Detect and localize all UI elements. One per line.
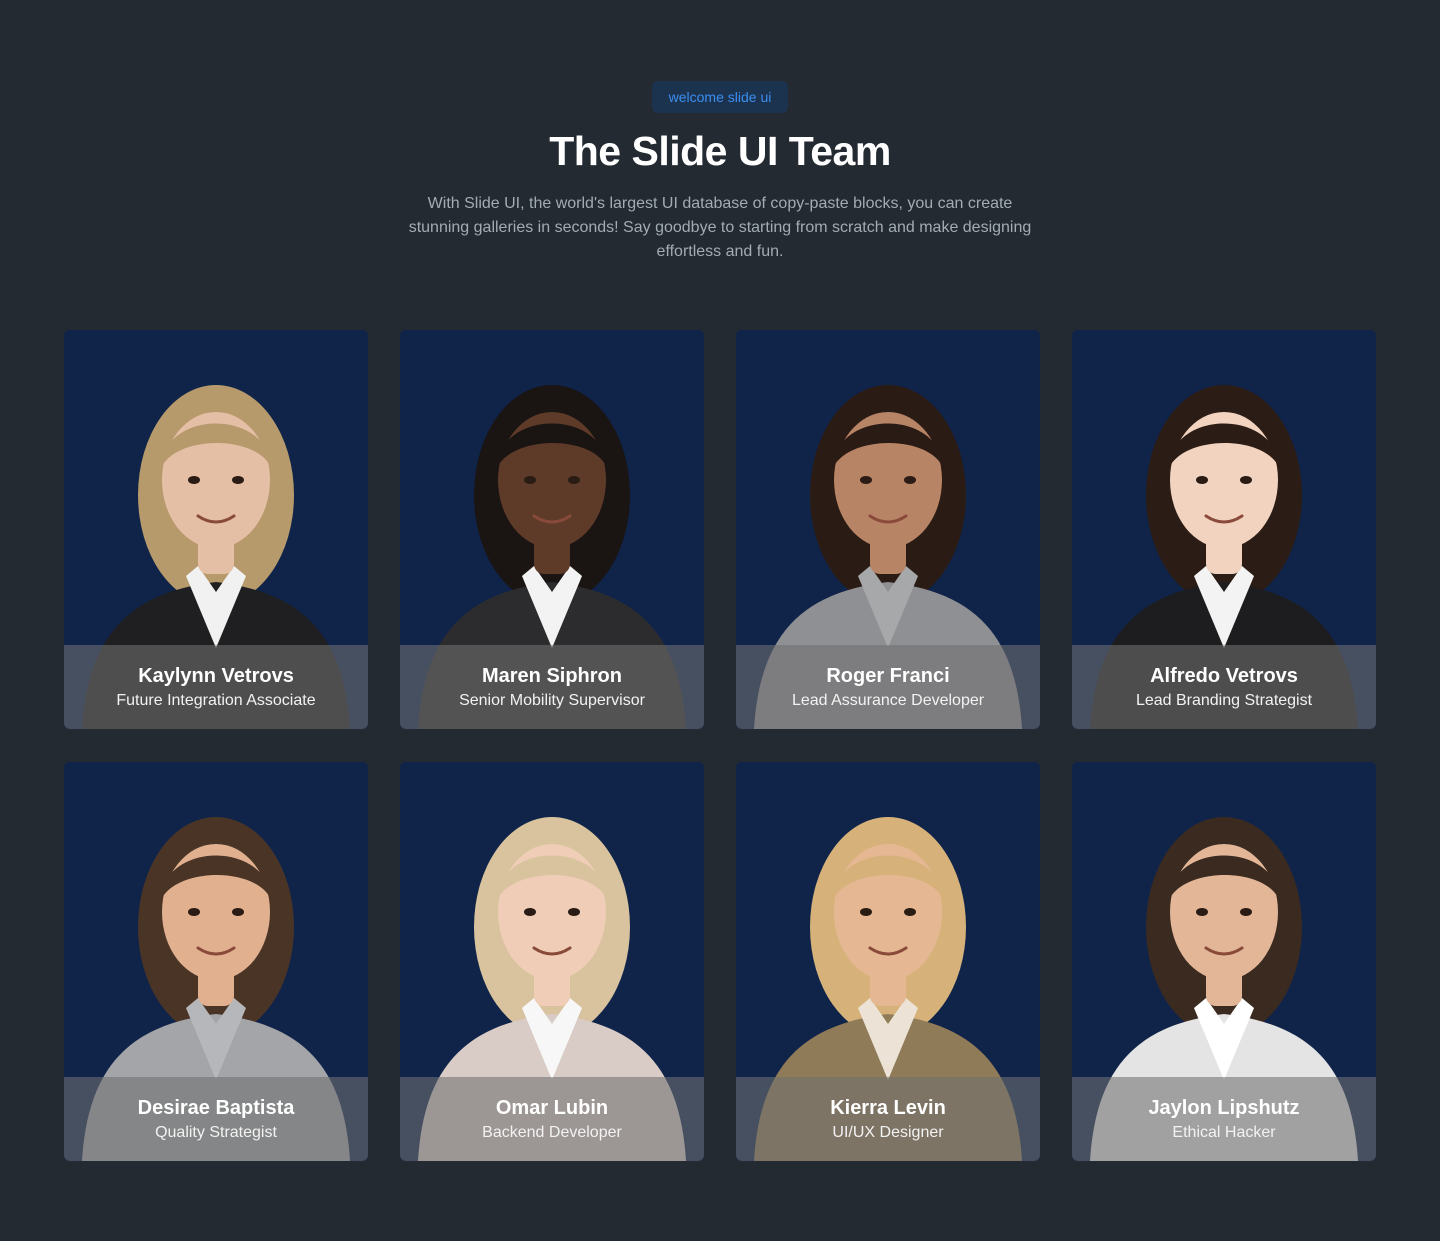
member-caption: Alfredo Vetrovs Lead Branding Strategist bbox=[1072, 645, 1376, 729]
member-caption: Jaylon Lipshutz Ethical Hacker bbox=[1072, 1077, 1376, 1161]
member-name: Kierra Levin bbox=[830, 1096, 946, 1119]
team-card[interactable]: Alfredo Vetrovs Lead Branding Strategist bbox=[1072, 330, 1376, 729]
member-role: Backend Developer bbox=[482, 1123, 622, 1141]
member-role: Future Integration Associate bbox=[116, 691, 316, 709]
member-role: Quality Strategist bbox=[155, 1123, 277, 1141]
team-card[interactable]: Kierra Levin UI/UX Designer bbox=[736, 762, 1040, 1161]
team-card[interactable]: Maren Siphron Senior Mobility Supervisor bbox=[400, 330, 704, 729]
team-card[interactable]: Omar Lubin Backend Developer bbox=[400, 762, 704, 1161]
team-card[interactable]: Desirae Baptista Quality Strategist bbox=[64, 762, 368, 1161]
member-caption: Desirae Baptista Quality Strategist bbox=[64, 1077, 368, 1161]
team-card[interactable]: Jaylon Lipshutz Ethical Hacker bbox=[1072, 762, 1376, 1161]
member-caption: Omar Lubin Backend Developer bbox=[400, 1077, 704, 1161]
team-card[interactable]: Kaylynn Vetrovs Future Integration Assoc… bbox=[64, 330, 368, 729]
page-title: The Slide UI Team bbox=[549, 128, 891, 174]
member-caption: Maren Siphron Senior Mobility Supervisor bbox=[400, 645, 704, 729]
team-section: welcome slide ui The Slide UI Team With … bbox=[0, 0, 1440, 1241]
member-role: UI/UX Designer bbox=[832, 1123, 944, 1141]
member-name: Desirae Baptista bbox=[137, 1096, 295, 1119]
member-name: Jaylon Lipshutz bbox=[1148, 1096, 1300, 1119]
member-name: Roger Franci bbox=[826, 664, 950, 687]
member-name: Alfredo Vetrovs bbox=[1150, 664, 1298, 687]
member-name: Omar Lubin bbox=[495, 1096, 609, 1119]
member-role: Senior Mobility Supervisor bbox=[459, 691, 645, 709]
member-caption: Roger Franci Lead Assurance Developer bbox=[736, 645, 1040, 729]
member-role: Ethical Hacker bbox=[1172, 1123, 1276, 1141]
welcome-badge: welcome slide ui bbox=[652, 81, 788, 113]
page-subtitle: With Slide UI, the world's largest UI da… bbox=[408, 195, 1032, 260]
member-caption: Kierra Levin UI/UX Designer bbox=[736, 1077, 1040, 1161]
member-role: Lead Assurance Developer bbox=[791, 691, 985, 709]
team-card[interactable]: Roger Franci Lead Assurance Developer bbox=[736, 330, 1040, 729]
member-name: Kaylynn Vetrovs bbox=[138, 664, 294, 687]
member-caption: Kaylynn Vetrovs Future Integration Assoc… bbox=[64, 645, 368, 729]
member-name: Maren Siphron bbox=[481, 664, 622, 687]
member-role: Lead Branding Strategist bbox=[1135, 691, 1313, 709]
